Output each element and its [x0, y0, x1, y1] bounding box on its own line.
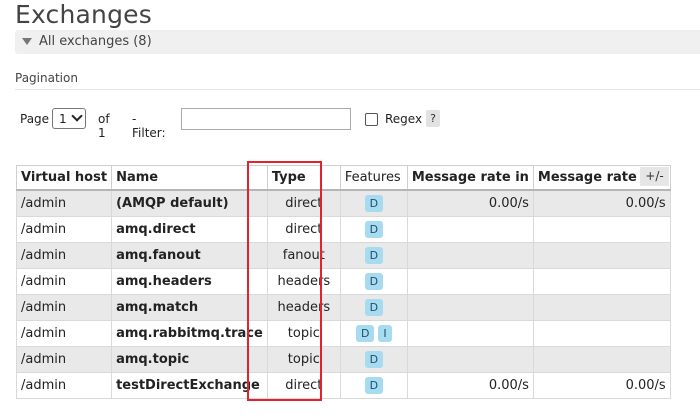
cell-virtual-host: /admin — [15, 215, 113, 243]
cell-message-rate-out — [532, 345, 671, 373]
cell-type: direct — [266, 189, 341, 217]
cell-virtual-host: /admin — [15, 319, 113, 347]
toggle-columns-button[interactable]: +/- — [640, 167, 669, 186]
cell-virtual-host: /admin — [15, 267, 113, 295]
cell-virtual-host: /admin — [15, 241, 113, 269]
cell-message-rate-in — [406, 267, 534, 295]
table-header-row: Virtual host Name Type Features Message … — [15, 165, 671, 191]
cell-exchange-name-link[interactable]: amq.fanout — [111, 241, 268, 269]
cell-features: D — [339, 267, 408, 295]
section-toggle-label: All exchanges (8) — [39, 34, 152, 49]
durable-badge: D — [364, 272, 384, 290]
cell-message-rate-in: 0.00/s — [406, 371, 534, 399]
column-header-features: Features — [339, 165, 408, 191]
cell-virtual-host: /admin — [15, 371, 113, 399]
regex-checkbox[interactable] — [365, 113, 378, 126]
table-row[interactable]: /admin amq.headers headers D — [15, 267, 671, 295]
cell-exchange-name-link[interactable]: amq.direct — [111, 215, 268, 243]
cell-exchange-name-link[interactable]: testDirectExchange — [111, 371, 268, 399]
cell-exchange-name-link[interactable]: amq.headers — [111, 267, 268, 295]
cell-type: direct — [266, 371, 341, 399]
durable-badge: D — [364, 376, 384, 394]
cell-message-rate-in: 0.00/s — [406, 189, 534, 217]
table-row[interactable]: /admin amq.topic topic D — [15, 345, 671, 373]
cell-message-rate-in — [406, 319, 534, 347]
cell-exchange-name-link[interactable]: amq.topic — [111, 345, 268, 373]
cell-type: topic — [266, 345, 341, 373]
cell-message-rate-out — [532, 319, 671, 347]
cell-message-rate-out — [532, 267, 671, 295]
page-select[interactable]: 1 — [52, 108, 86, 129]
cell-message-rate-in — [406, 241, 534, 269]
cell-message-rate-in — [406, 215, 534, 243]
cell-virtual-host: /admin — [15, 189, 113, 217]
table-row[interactable]: /admin amq.rabbitmq.trace topic D I — [15, 319, 671, 347]
internal-badge: I — [378, 324, 392, 342]
column-header-virtual-host[interactable]: Virtual host — [15, 165, 113, 191]
cell-type: headers — [266, 267, 341, 295]
cell-message-rate-out — [532, 241, 671, 269]
durable-badge: D — [364, 350, 384, 368]
table-row[interactable]: /admin amq.fanout fanout D — [15, 241, 671, 269]
regex-help-button[interactable]: ? — [426, 110, 440, 127]
cell-virtual-host: /admin — [15, 345, 113, 373]
cell-exchange-name-link[interactable]: amq.match — [111, 293, 268, 321]
cell-message-rate-out: 0.00/s — [532, 371, 671, 399]
page-title: Exchanges — [15, 0, 152, 29]
cell-exchange-name-link[interactable]: (AMQP default) — [111, 189, 268, 217]
cell-message-rate-out: 0.00/s — [532, 189, 671, 217]
cell-features: D — [339, 189, 408, 217]
column-header-message-rate-in: Message rate in — [406, 165, 534, 191]
cell-features: DI — [339, 319, 408, 347]
cell-message-rate-in — [406, 345, 534, 373]
exchanges-table: Virtual host Name Type Features Message … — [15, 165, 671, 399]
table-row[interactable]: /admin amq.match headers D — [15, 293, 671, 321]
durable-badge: D — [355, 324, 375, 342]
chevron-down-icon — [71, 110, 83, 122]
cell-features: D — [339, 371, 408, 399]
cell-type: headers — [266, 293, 341, 321]
cell-message-rate-out — [532, 293, 671, 321]
filter-label: - Filter: — [132, 112, 166, 140]
cell-features: D — [339, 345, 408, 373]
cell-features: D — [339, 241, 408, 269]
table-row[interactable]: /admin amq.direct direct D — [15, 215, 671, 243]
page-select-value: 1 — [59, 112, 67, 126]
cell-virtual-host: /admin — [15, 293, 113, 321]
durable-badge: D — [364, 246, 384, 264]
cell-features: D — [339, 215, 408, 243]
cell-type: topic — [266, 319, 341, 347]
page-label: Page — [20, 112, 50, 126]
column-header-name[interactable]: Name — [111, 165, 268, 191]
cell-message-rate-in — [406, 293, 534, 321]
durable-badge: D — [364, 194, 384, 212]
cell-message-rate-out — [532, 215, 671, 243]
cell-exchange-name-link[interactable]: amq.rabbitmq.trace — [111, 319, 268, 347]
cell-features: D — [339, 293, 408, 321]
table-row[interactable]: /admin testDirectExchange direct D 0.00/s 0.0… — [15, 371, 671, 399]
cell-type: direct — [266, 215, 341, 243]
column-header-type[interactable]: Type — [266, 165, 341, 191]
pagination-divider — [15, 89, 700, 90]
collapse-triangle-icon — [22, 38, 32, 45]
cell-type: fanout — [266, 241, 341, 269]
table-row[interactable]: /admin (AMQP default) direct D 0.00/s 0.00/s — [15, 189, 671, 217]
pagination-heading: Pagination — [15, 71, 78, 85]
durable-badge: D — [364, 220, 384, 238]
page-count-label: of 1 — [98, 112, 110, 140]
all-exchanges-toggle[interactable]: All exchanges (8) — [15, 30, 700, 54]
regex-label: Regex — [385, 112, 423, 126]
filter-input[interactable] — [181, 108, 351, 130]
durable-badge: D — [364, 298, 384, 316]
